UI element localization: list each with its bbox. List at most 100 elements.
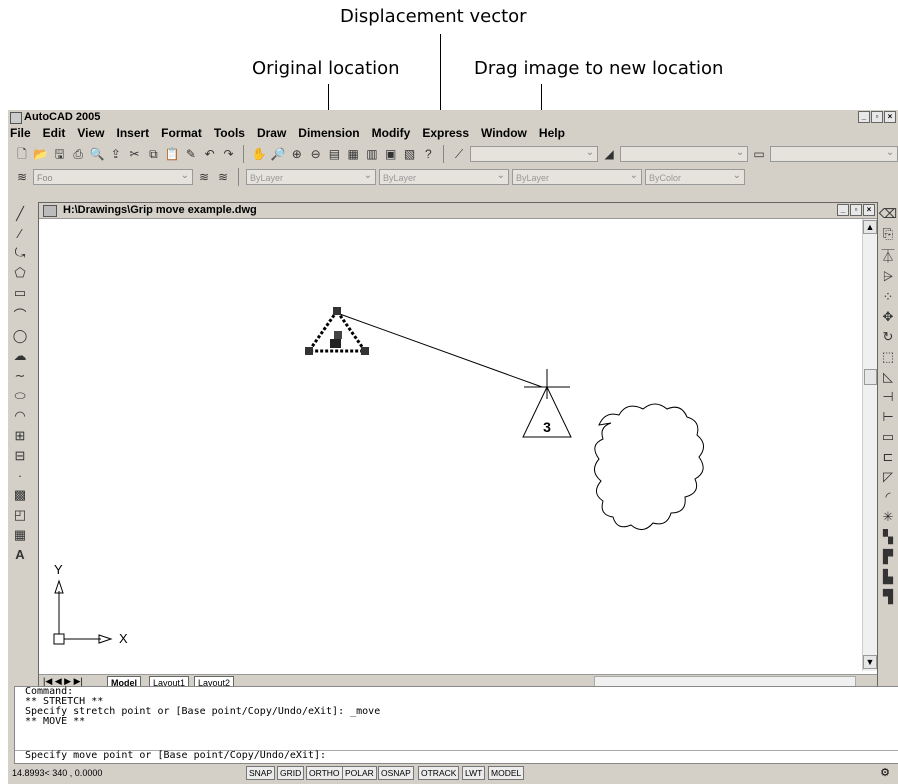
polygon-icon[interactable]: ⬠	[14, 265, 25, 281]
join-icon[interactable]: ⊏	[883, 449, 894, 465]
designcenter-icon[interactable]: ▦	[345, 146, 361, 162]
chamfer-icon[interactable]: ◸	[883, 469, 893, 485]
match-properties-icon[interactable]: ✎	[183, 146, 199, 162]
menu-format[interactable]: Format	[161, 124, 202, 142]
revcloud-icon[interactable]: ☁	[14, 348, 27, 364]
drawing-close-button[interactable]: ×	[863, 204, 875, 216]
table-style-combo[interactable]	[769, 145, 898, 162]
layer-manager-icon[interactable]: ≋	[14, 169, 30, 185]
pan-icon[interactable]: ✋	[251, 146, 267, 162]
command-window[interactable]: Command: ** STRETCH ** Specify stretch p…	[14, 686, 898, 764]
drawing-canvas[interactable]: 3 X Y	[39, 219, 861, 672]
copy-icon[interactable]: ⧉	[145, 146, 161, 162]
hatch-icon[interactable]: ▩	[14, 487, 26, 503]
region-icon[interactable]: ◰	[14, 507, 26, 523]
offset-icon[interactable]: ⩥	[883, 269, 893, 285]
arc-icon[interactable]: ⌒	[13, 305, 26, 324]
menu-view[interactable]: View	[77, 124, 104, 142]
circle-icon[interactable]: ◯	[13, 328, 28, 344]
command-prompt[interactable]: Specify move point or [Base point/Copy/U…	[15, 750, 898, 763]
linetype-combo[interactable]: ByLayer	[379, 168, 509, 185]
move-icon[interactable]: ✥	[883, 309, 894, 325]
style-icon[interactable]: ◢	[601, 146, 617, 162]
markup-icon[interactable]: ▧	[402, 146, 418, 162]
close-button[interactable]: ×	[884, 111, 896, 123]
drawing-minimize-button[interactable]: _	[837, 204, 849, 216]
copy-object-icon[interactable]: ⎘	[883, 226, 893, 242]
new-icon[interactable]: 🗋	[14, 146, 30, 162]
polar-button[interactable]: POLAR	[342, 766, 377, 780]
make-block-icon[interactable]: ⊟	[15, 448, 26, 464]
layer-combo[interactable]: Foo	[33, 168, 193, 185]
menu-edit[interactable]: Edit	[43, 124, 66, 142]
erase-icon[interactable]: ⌫	[879, 206, 897, 222]
array-icon[interactable]: ⁘	[883, 289, 894, 305]
redo-icon[interactable]: ↷	[221, 146, 237, 162]
menu-help[interactable]: Help	[539, 124, 565, 142]
layer-previous-icon[interactable]: ≋	[215, 169, 231, 185]
otrack-button[interactable]: OTRACK	[418, 766, 460, 780]
minimize-button[interactable]: _	[858, 111, 870, 123]
menu-draw[interactable]: Draw	[257, 124, 286, 142]
mtext-icon[interactable]: A	[15, 547, 24, 562]
publish-icon[interactable]: ⇪	[108, 146, 124, 162]
vertical-scrollbar[interactable]: ▲ ▼	[862, 219, 877, 671]
menu-tools[interactable]: Tools	[214, 124, 245, 142]
insert-block-icon[interactable]: ⊞	[15, 428, 26, 444]
preview-icon[interactable]: 🔍	[89, 146, 105, 162]
make-current-icon[interactable]: ≋	[196, 169, 212, 185]
menu-express[interactable]: Express	[422, 124, 469, 142]
menu-insert[interactable]: Insert	[116, 124, 149, 142]
tool-palettes-icon[interactable]: ▥	[364, 146, 380, 162]
extend-icon[interactable]: ⊢	[882, 409, 893, 425]
osnap-button[interactable]: OSNAP	[378, 766, 414, 780]
grid-button[interactable]: GRID	[277, 766, 305, 780]
draworder-icon[interactable]: ▚	[883, 529, 893, 545]
restore-button[interactable]: ▫	[871, 111, 883, 123]
spline-icon[interactable]: ∼	[15, 368, 26, 384]
scroll-thumb[interactable]	[864, 369, 877, 385]
color-combo[interactable]: ByLayer	[246, 168, 376, 185]
zoom-previous-icon[interactable]: ⊖	[308, 146, 324, 162]
scale-icon[interactable]: ⬚	[882, 349, 894, 365]
tray-settings-icon[interactable]: ⚙	[880, 764, 890, 782]
scroll-down-arrow[interactable]: ▼	[863, 655, 877, 669]
save-icon[interactable]: 🖫	[52, 146, 68, 162]
ellipse-arc-icon[interactable]: ◠	[14, 408, 25, 424]
bring-above-icon[interactable]: ▜	[883, 589, 893, 605]
explode-icon[interactable]: ✳	[883, 509, 894, 525]
original-block[interactable]	[305, 307, 369, 355]
table-style-icon[interactable]: ▭	[751, 146, 767, 162]
paste-icon[interactable]: 📋	[164, 146, 180, 162]
cut-icon[interactable]: ✂	[127, 146, 143, 162]
rotate-icon[interactable]: ↻	[883, 329, 894, 345]
snap-button[interactable]: SNAP	[246, 766, 276, 780]
break-icon[interactable]: ▭	[882, 429, 894, 445]
scroll-up-arrow[interactable]: ▲	[863, 220, 877, 234]
plotstyle-combo[interactable]: ByColor	[645, 168, 745, 185]
menu-window[interactable]: Window	[481, 124, 527, 142]
zoom-realtime-icon[interactable]: 🔎	[270, 146, 286, 162]
undo-icon[interactable]: ↶	[202, 146, 218, 162]
help-icon[interactable]: ?	[420, 146, 436, 162]
sheet-set-icon[interactable]: ▣	[383, 146, 399, 162]
trim-icon[interactable]: ⊣	[882, 389, 893, 405]
mirror-icon[interactable]: ⏄	[881, 246, 894, 265]
bring-front-icon[interactable]: ▛	[883, 549, 893, 565]
menu-file[interactable]: File	[10, 124, 31, 142]
plot-icon[interactable]: ⎙	[70, 146, 86, 162]
table-icon[interactable]: ▦	[14, 527, 26, 543]
lineweight-combo[interactable]: ByLayer	[512, 168, 642, 185]
drawing-restore-button[interactable]: ▫	[850, 204, 862, 216]
open-icon[interactable]: 📂	[33, 146, 49, 162]
model-button[interactable]: MODEL	[488, 766, 525, 780]
construction-line-icon[interactable]: ⁄	[19, 226, 21, 241]
fillet-icon[interactable]: ◜	[885, 489, 890, 505]
menu-modify[interactable]: Modify	[372, 124, 411, 142]
workspace-combo[interactable]	[469, 145, 599, 162]
ortho-button[interactable]: ORTHO	[306, 766, 343, 780]
properties-icon[interactable]: ▤	[326, 146, 342, 162]
point-icon[interactable]: ·	[18, 468, 22, 483]
zoom-window-icon[interactable]: ⊕	[289, 146, 305, 162]
menu-dimension[interactable]: Dimension	[298, 124, 359, 142]
